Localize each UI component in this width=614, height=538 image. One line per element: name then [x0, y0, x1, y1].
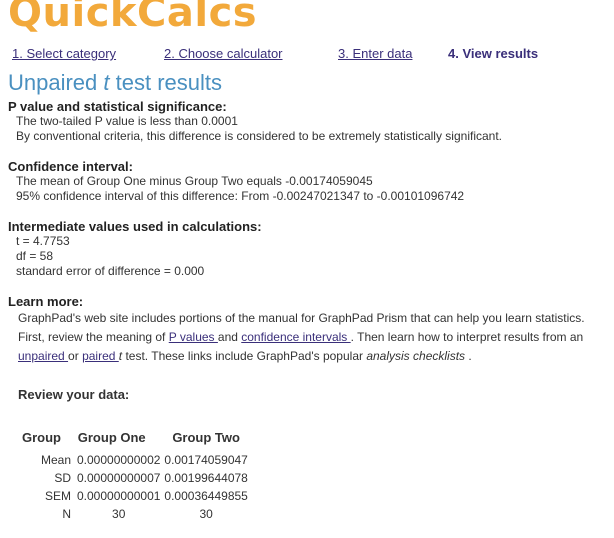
- table-row: N 30 30: [22, 505, 250, 523]
- row-label: SD: [54, 471, 71, 485]
- learn-more-section: Learn more: GraphPad's web site includes…: [8, 294, 608, 366]
- p-values-link[interactable]: P values: [169, 330, 218, 344]
- row-label: N: [62, 507, 71, 521]
- confidence-intervals-link[interactable]: confidence intervals: [241, 330, 350, 344]
- review-data-heading: Review your data:: [18, 387, 130, 402]
- column-header-group: Group: [22, 430, 61, 445]
- row-label: SEM: [44, 489, 71, 503]
- t-value-line: t = 4.7753: [16, 234, 70, 248]
- confidence-interval-section: Confidence interval: The mean of Group O…: [8, 159, 608, 204]
- wizard-steps: 1. Select category 2. Choose calculator …: [0, 46, 614, 64]
- learn-text-part: or: [68, 349, 83, 363]
- pvalue-line: The two-tailed P value is less than 0.00…: [16, 114, 238, 128]
- step-enter-data-link[interactable]: 3. Enter data: [338, 46, 412, 61]
- step-view-results-current: 4. View results: [448, 46, 539, 61]
- pvalue-section: P value and statistical significance: Th…: [8, 99, 608, 144]
- group-one-value: 30: [112, 507, 126, 521]
- learn-text-part: and: [217, 330, 242, 344]
- learn-text-part: .: [465, 349, 472, 363]
- table-row: SEM 0.00000000001 0.00036449855: [22, 487, 250, 505]
- quickcalcs-logo: QuickCalcs: [8, 0, 258, 36]
- ci-range-line: 95% confidence interval of this differen…: [16, 189, 465, 203]
- page-title: Unpaired t test results: [8, 70, 222, 96]
- table-header-row: Group Group One Group Two: [22, 430, 250, 451]
- learn-text-part: . Then learn how to interpret results fr…: [350, 330, 584, 344]
- column-header-group-one: Group One: [77, 430, 146, 445]
- significance-line: By conventional criteria, this differenc…: [16, 129, 503, 143]
- learn-more-text: GraphPad's web site includes portions of…: [8, 309, 608, 366]
- group-two-value: 0.00199644078: [164, 471, 248, 485]
- group-one-value: 0.00000000002: [77, 453, 161, 467]
- standard-error-line: standard error of difference = 0.000: [16, 264, 205, 278]
- unpaired-link[interactable]: unpaired: [18, 349, 68, 363]
- intermediate-values-section: Intermediate values used in calculations…: [8, 219, 608, 279]
- group-two-value: 0.00036449855: [164, 489, 248, 503]
- page-title-prefix: Unpaired: [8, 70, 104, 95]
- pvalue-heading: P value and statistical significance:: [8, 99, 227, 114]
- page-title-suffix: test results: [109, 70, 222, 95]
- group-one-value: 0.00000000007: [77, 471, 161, 485]
- paired-link[interactable]: paired: [82, 349, 119, 363]
- review-data-table: Group Group One Group Two Mean 0.0000000…: [22, 430, 250, 523]
- learn-more-heading: Learn more:: [8, 294, 84, 309]
- group-two-value: 30: [199, 507, 213, 521]
- analysis-checklists-text: analysis checklists: [366, 349, 466, 363]
- df-line: df = 58: [16, 249, 54, 263]
- ci-heading: Confidence interval:: [8, 159, 133, 174]
- step-select-category-link[interactable]: 1. Select category: [12, 46, 116, 61]
- row-label: Mean: [40, 453, 71, 467]
- table-row: Mean 0.00000000002 0.00174059047: [22, 451, 250, 469]
- learn-text-part: test. These links include GraphPad's pop…: [122, 349, 367, 363]
- column-header-group-two: Group Two: [172, 430, 240, 445]
- group-two-value: 0.00174059047: [164, 453, 248, 467]
- intermediate-heading: Intermediate values used in calculations…: [8, 219, 262, 234]
- table-row: SD 0.00000000007 0.00199644078: [22, 469, 250, 487]
- step-choose-calculator-link[interactable]: 2. Choose calculator: [164, 46, 283, 61]
- group-one-value: 0.00000000001: [77, 489, 161, 503]
- ci-mean-difference-line: The mean of Group One minus Group Two eq…: [16, 174, 373, 188]
